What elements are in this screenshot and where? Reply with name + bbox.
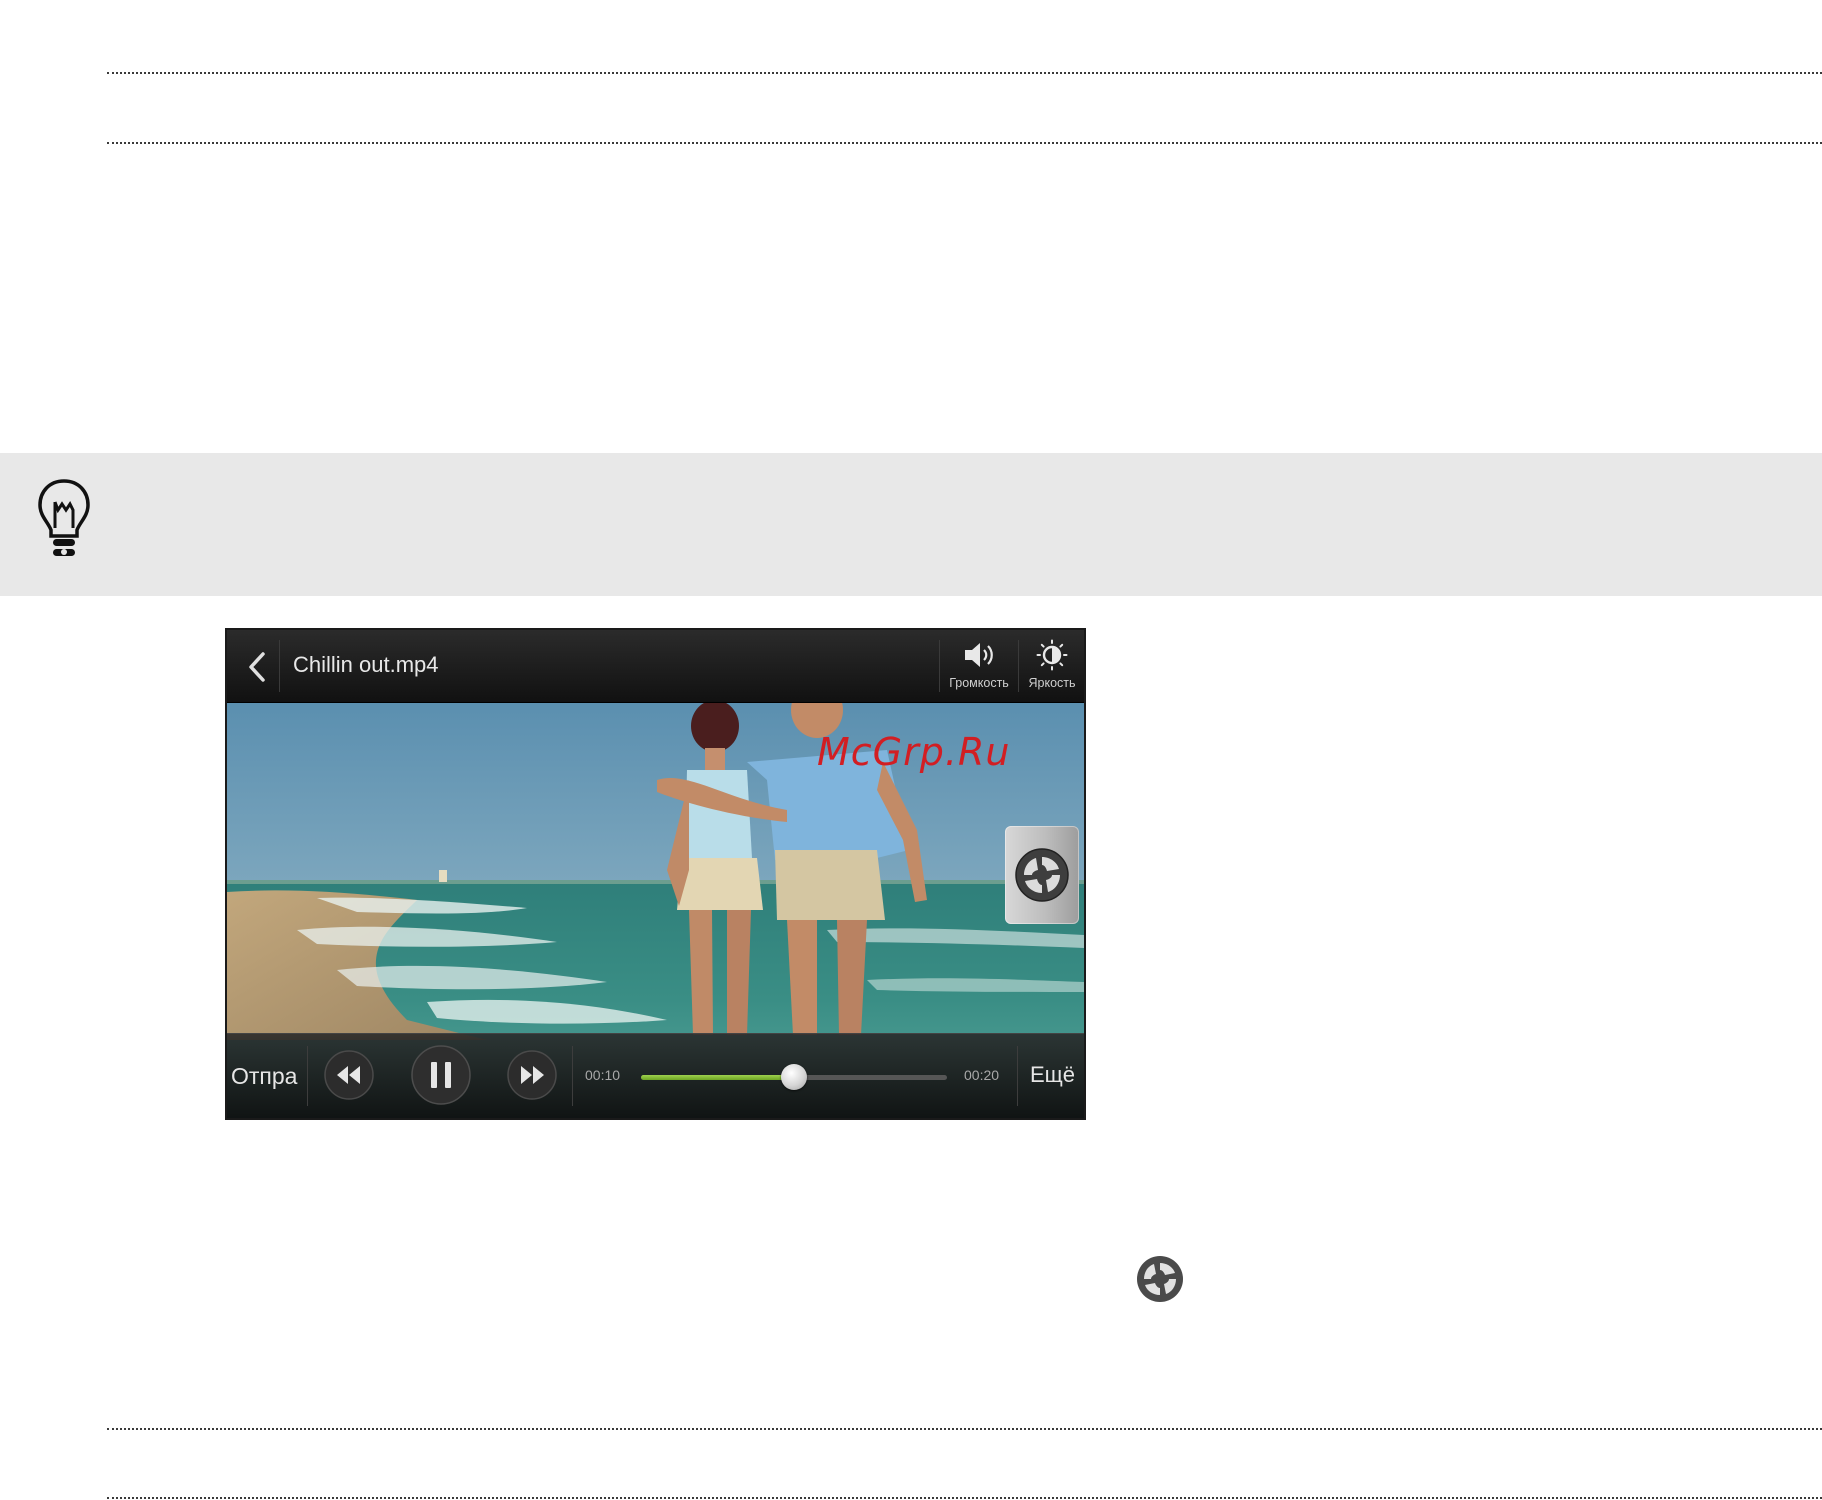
control-separator [1017, 1046, 1018, 1106]
seek-bar-progress [641, 1075, 794, 1080]
volume-label: Громкость [949, 676, 1009, 690]
divider-bottom-1 [107, 1428, 1822, 1430]
top-bar-separator [279, 640, 280, 692]
brightness-label: Яркость [1028, 676, 1076, 690]
fast-forward-icon [507, 1050, 557, 1100]
divider-top-2 [107, 142, 1822, 144]
rewind-button[interactable] [323, 1049, 375, 1101]
elapsed-time: 00:10 [585, 1067, 621, 1083]
speaker-icon [965, 643, 993, 667]
brightness-icon [1036, 639, 1068, 671]
brightness-button[interactable]: Яркость [1019, 630, 1084, 702]
volume-button[interactable]: Громкость [940, 630, 1018, 702]
total-time: 00:20 [964, 1067, 1000, 1083]
snapshot-button[interactable] [1005, 826, 1079, 924]
camera-shutter-icon [1015, 848, 1069, 902]
seek-bar[interactable] [641, 1064, 947, 1090]
control-separator [307, 1046, 308, 1106]
chevron-left-icon[interactable] [235, 630, 281, 702]
divider-top-1 [107, 72, 1822, 74]
rewind-icon [324, 1050, 374, 1100]
more-button[interactable]: Ещё [1030, 1062, 1075, 1088]
pause-icon [411, 1045, 471, 1105]
video-player: Chillin out.mp4 Громкость Яркость McGrp.… [225, 628, 1086, 1120]
lightbulb-icon [38, 479, 90, 556]
seek-bar-thumb[interactable] [781, 1064, 807, 1090]
pause-button[interactable] [410, 1044, 472, 1106]
send-button[interactable]: Отпра [231, 1063, 303, 1090]
fast-forward-button[interactable] [506, 1049, 558, 1101]
player-control-bar: Отпра 00:10 00:20 Ещё [227, 1033, 1084, 1118]
video-title: Chillin out.mp4 [293, 652, 439, 677]
player-top-bar: Chillin out.mp4 Громкость Яркость [227, 630, 1084, 703]
camera-shutter-icon [1137, 1256, 1183, 1302]
watermark: McGrp.Ru [817, 730, 1011, 774]
divider-bottom-2 [107, 1497, 1822, 1499]
control-separator [572, 1046, 573, 1106]
tip-box [0, 453, 1822, 596]
